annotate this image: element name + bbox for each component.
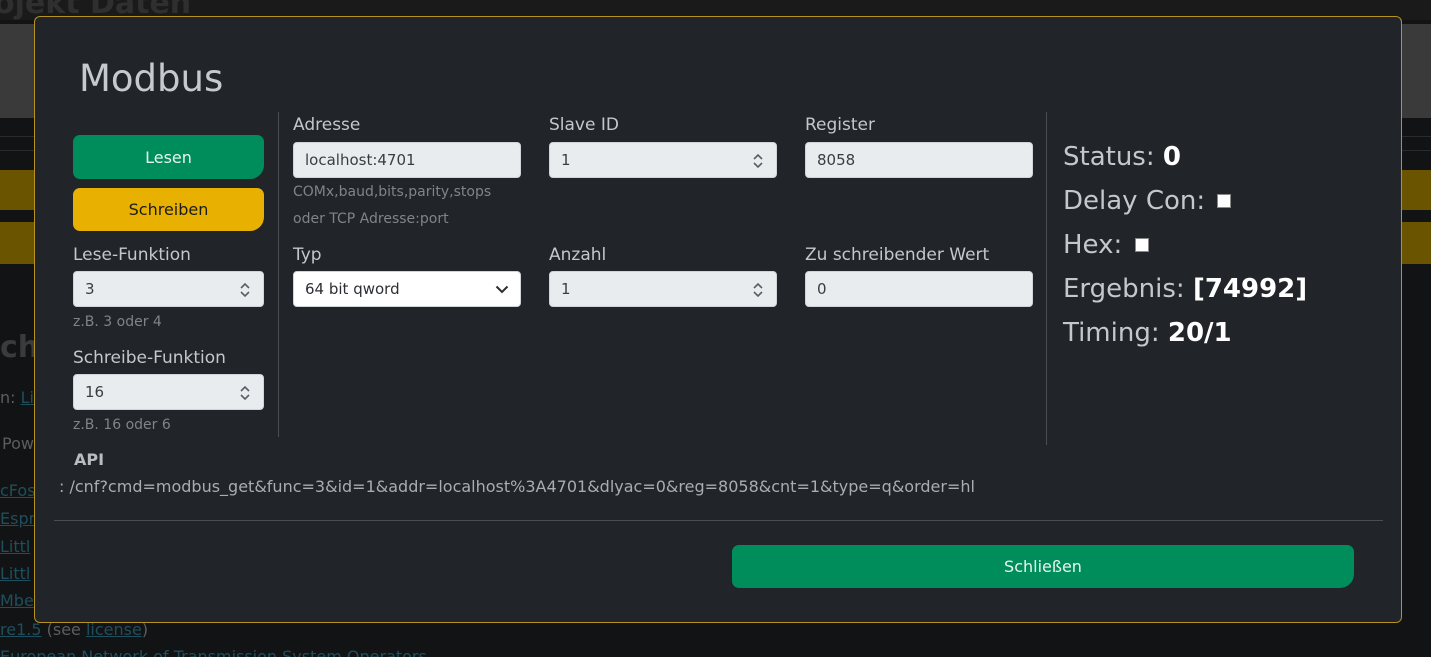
spinner-arrows-icon[interactable]	[752, 281, 764, 299]
close-button[interactable]: Schließen	[732, 545, 1354, 588]
slave-id-label: Slave ID	[549, 115, 619, 135]
hex-checkbox[interactable]	[1134, 237, 1149, 252]
spinner-arrows-icon[interactable]	[239, 281, 251, 299]
read-function-label: Lese-Funktion	[73, 245, 191, 265]
delay-con-checkbox[interactable]	[1217, 193, 1232, 208]
count-input[interactable]	[549, 271, 777, 307]
type-selected-value: 64 bit qword	[305, 280, 400, 298]
delay-con-line: Delay Con:	[1063, 186, 1232, 216]
modal-title: Modbus	[79, 57, 224, 100]
modbus-modal: Modbus Lesen Schreiben Lese-Funktion z.B…	[34, 16, 1402, 623]
hex-line: Hex:	[1063, 230, 1149, 260]
status-value: 0	[1162, 142, 1181, 172]
background-link[interactable]: Espr	[0, 509, 35, 528]
read-function-hint: z.B. 3 oder 4	[73, 314, 162, 330]
footer-divider	[54, 520, 1383, 521]
column-divider	[278, 112, 279, 437]
timing-line: Timing: 20/1	[1063, 318, 1232, 348]
address-input[interactable]	[293, 142, 521, 178]
background-link[interactable]: Littl	[0, 564, 30, 583]
timing-value: 20/1	[1167, 318, 1232, 348]
read-function-value[interactable]	[85, 280, 252, 298]
slave-id-value[interactable]	[561, 151, 765, 169]
background-text: Pow	[2, 434, 34, 453]
write-function-hint: z.B. 16 oder 6	[73, 417, 171, 433]
read-button[interactable]: Lesen	[73, 135, 264, 179]
background-link[interactable]: cFos	[0, 481, 36, 500]
register-value[interactable]	[817, 151, 1021, 169]
spinner-arrows-icon[interactable]	[239, 384, 251, 402]
count-label: Anzahl	[549, 245, 607, 265]
address-value[interactable]	[305, 151, 509, 169]
api-url: : /cnf?cmd=modbus_get&func=3&id=1&addr=l…	[59, 477, 975, 496]
spinner-arrows-icon[interactable]	[752, 152, 764, 170]
background-link[interactable]: Li	[21, 388, 34, 407]
result-value: [74992]	[1192, 274, 1308, 304]
background-link[interactable]: re1.5	[0, 620, 42, 639]
write-function-value[interactable]	[85, 383, 252, 401]
write-function-label: Schreibe-Funktion	[73, 348, 226, 368]
type-label: Typ	[293, 245, 322, 265]
write-value-input[interactable]	[805, 271, 1033, 307]
chevron-down-icon	[495, 285, 509, 294]
column-divider	[1046, 112, 1047, 445]
status-line: Status: 0	[1063, 142, 1181, 172]
address-hint: COMx,baud,bits,parity,stops	[293, 184, 492, 200]
write-button[interactable]: Schreiben	[73, 188, 264, 231]
write-value-value[interactable]	[817, 280, 1021, 298]
slave-id-input[interactable]	[549, 142, 777, 178]
background-link[interactable]: Mbe	[0, 591, 34, 610]
register-label: Register	[805, 115, 875, 135]
background-link[interactable]: Littl	[0, 537, 30, 556]
background-link-row: n: Li	[0, 388, 34, 407]
write-function-input[interactable]	[73, 374, 264, 410]
read-function-input[interactable]	[73, 271, 264, 307]
count-value[interactable]	[561, 280, 765, 298]
result-line: Ergebnis: [74992]	[1063, 274, 1308, 304]
address-label: Adresse	[293, 115, 361, 135]
write-value-label: Zu schreibender Wert	[805, 245, 990, 265]
address-hint: oder TCP Adresse:port	[293, 211, 449, 227]
register-input[interactable]	[805, 142, 1033, 178]
type-select[interactable]: 64 bit qword	[293, 271, 521, 307]
background-footer-link[interactable]: European Network of Transmission System …	[0, 647, 427, 657]
api-title: API	[74, 450, 105, 469]
